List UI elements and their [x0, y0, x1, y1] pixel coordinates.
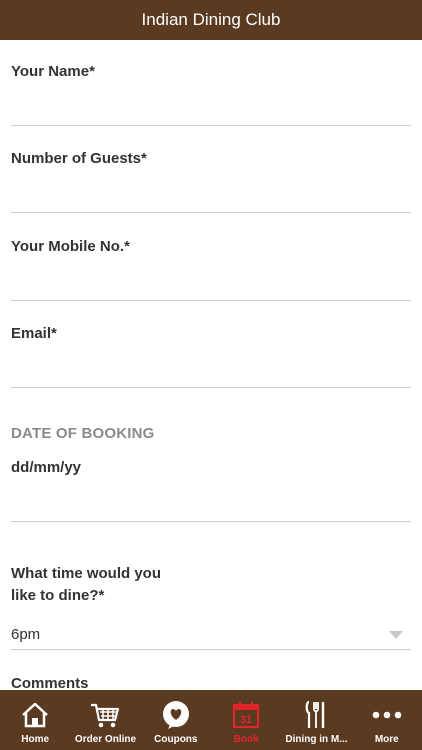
guests-field[interactable] — [11, 183, 411, 213]
tab-home[interactable]: Home — [0, 690, 70, 750]
email-label: Email* — [11, 325, 57, 342]
tab-more[interactable]: More — [352, 690, 422, 750]
page-title: Indian Dining Club — [141, 10, 281, 29]
guests-label: Number of Guests* — [11, 150, 147, 167]
calendar-day-number: 31 — [240, 714, 252, 726]
date-field[interactable]: dd/mm/yy — [11, 459, 81, 476]
dropdown-arrow-icon — [389, 630, 403, 639]
booking-form: Your Name* Number of Guests* Your Mobile… — [0, 40, 422, 690]
time-select-value: 6pm — [11, 626, 41, 643]
more-dots-icon — [371, 700, 403, 730]
time-select[interactable]: 6pm — [11, 620, 411, 650]
tab-dining[interactable]: Dining in M... — [281, 690, 351, 750]
mobile-field[interactable] — [11, 271, 411, 301]
cutlery-icon — [301, 700, 331, 730]
bottom-tab-bar: Home Order Online Coupons 31 Book Dining… — [0, 690, 422, 750]
tab-coupons[interactable]: Coupons — [141, 690, 211, 750]
calendar-icon: 31 — [232, 700, 260, 730]
email-field[interactable] — [11, 358, 411, 388]
comments-label: Comments — [11, 675, 89, 690]
date-section-heading: DATE OF BOOKING — [11, 425, 155, 442]
heart-badge-icon — [161, 700, 191, 730]
name-field[interactable] — [11, 96, 411, 126]
app-header: Indian Dining Club — [0, 0, 422, 40]
mobile-label: Your Mobile No.* — [11, 238, 130, 255]
date-underline — [11, 521, 411, 522]
time-label-line2: like to dine?* — [11, 587, 105, 604]
tab-book[interactable]: 31 Book — [211, 690, 281, 750]
name-label: Your Name* — [11, 63, 95, 80]
tab-order-online[interactable]: Order Online — [70, 690, 140, 750]
cart-icon — [89, 700, 121, 730]
home-icon — [20, 700, 50, 730]
